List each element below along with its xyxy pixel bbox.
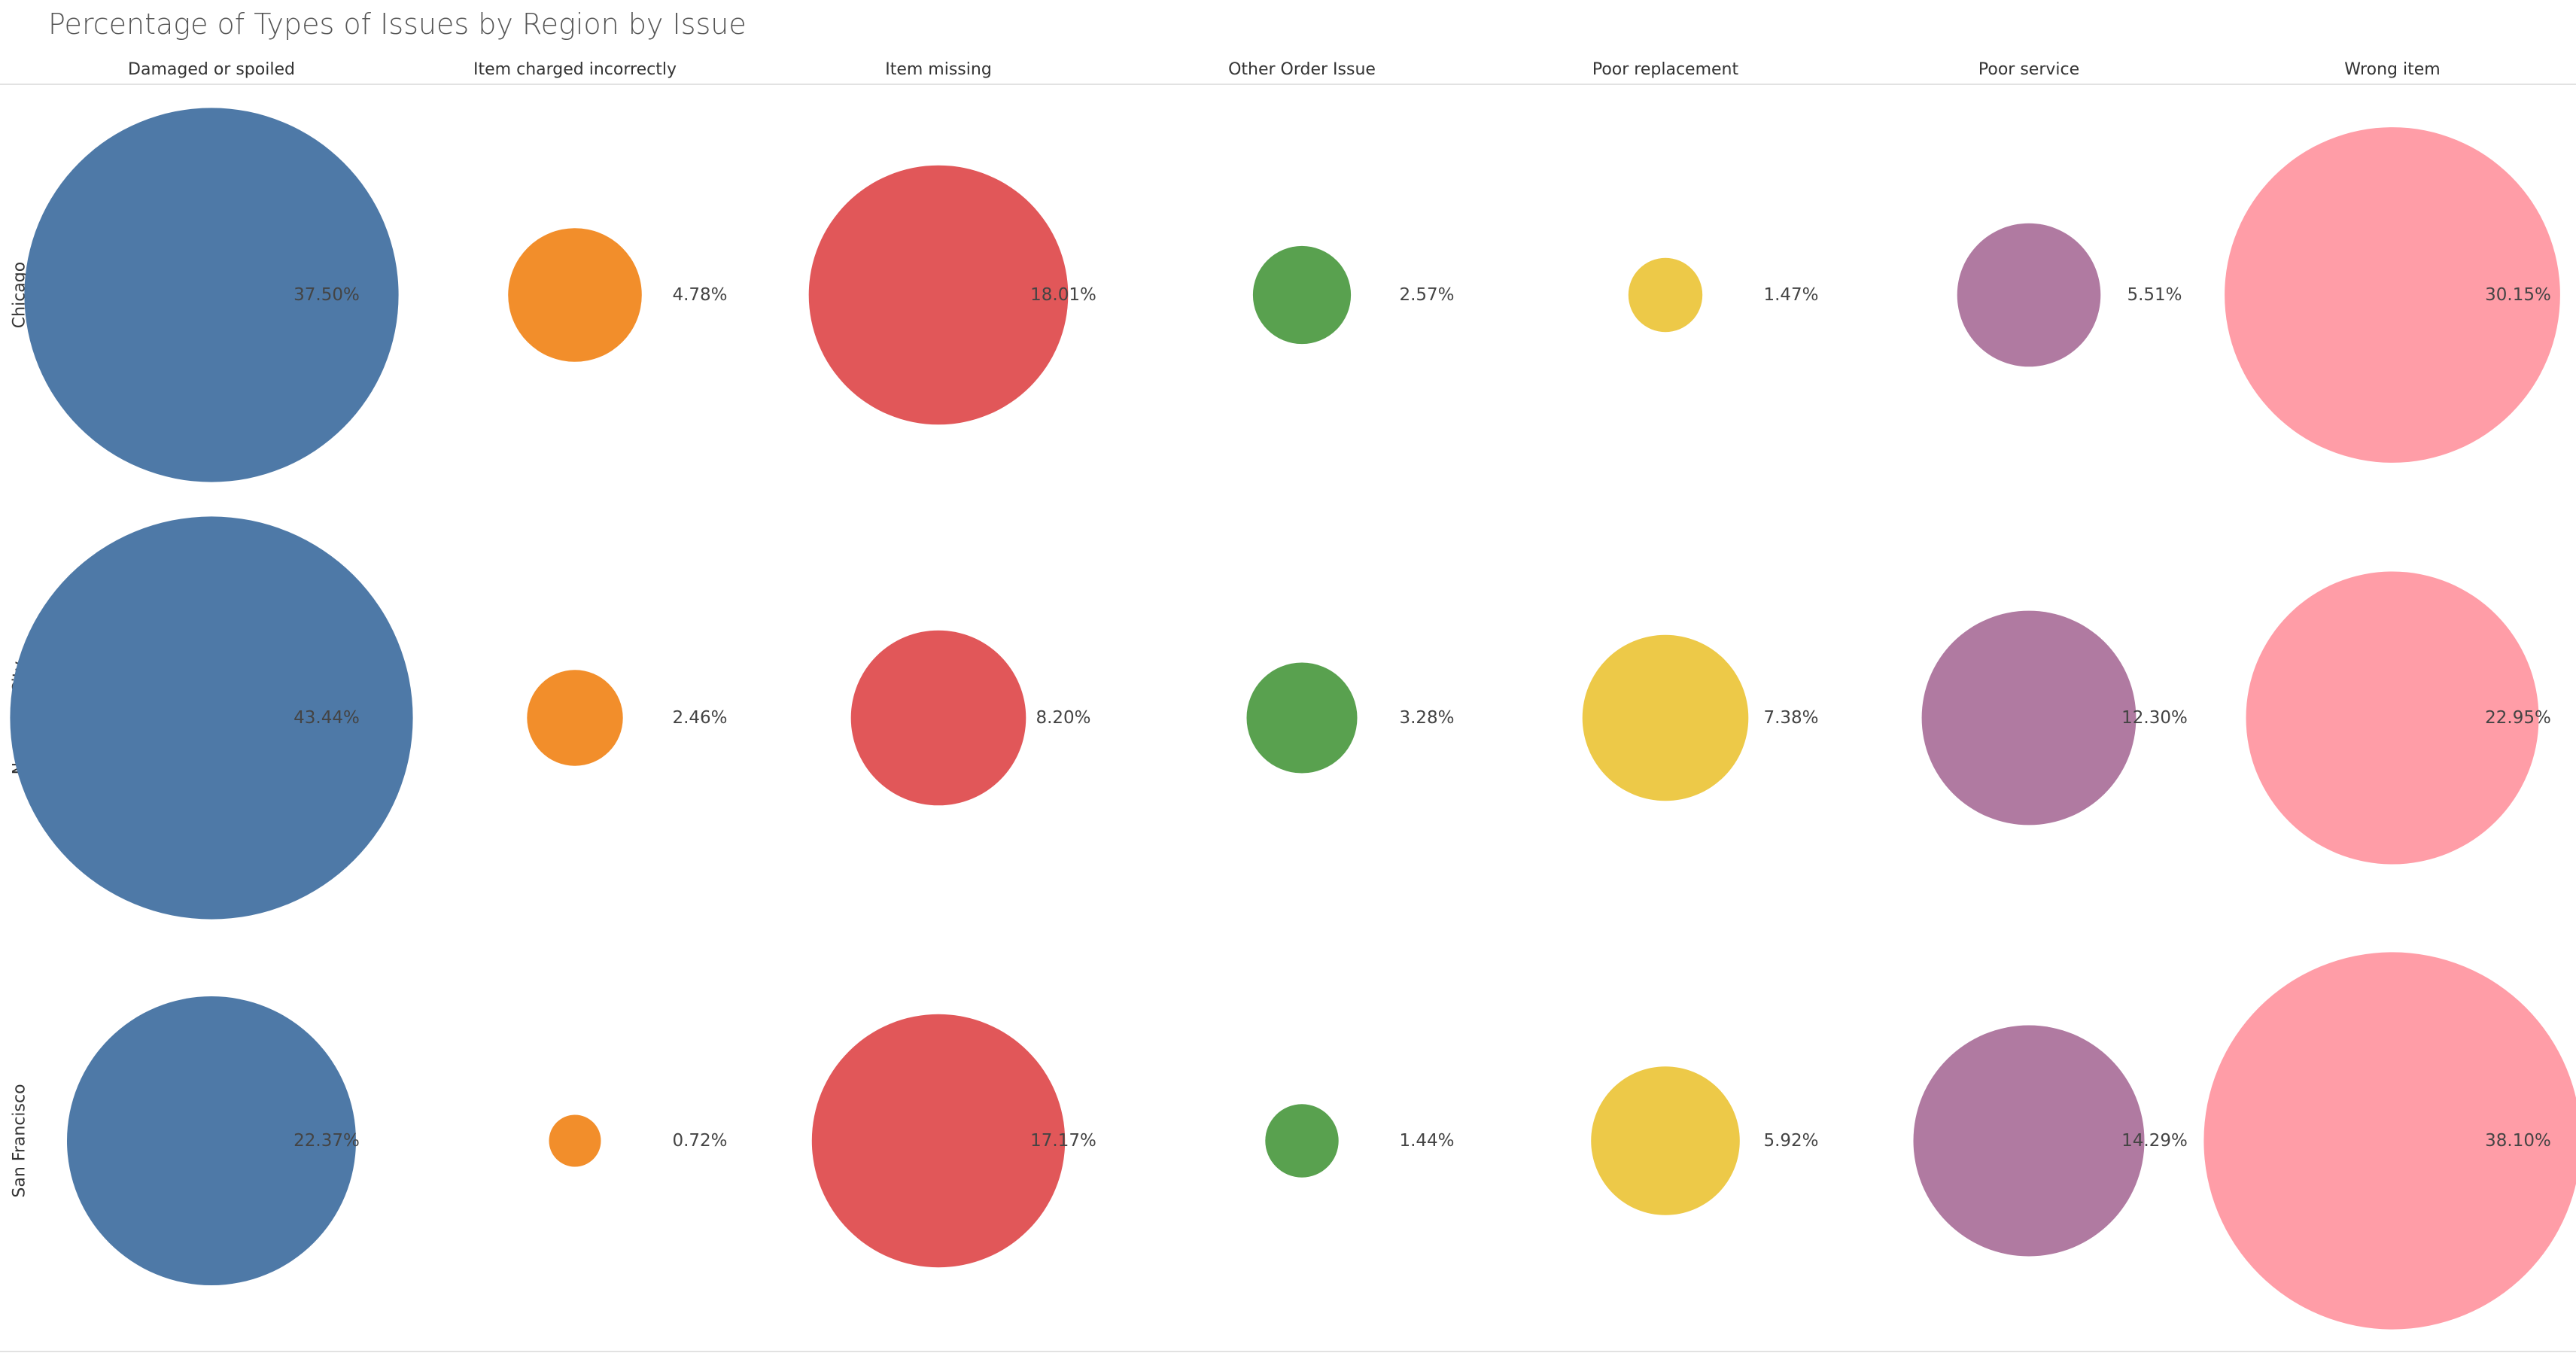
- bubble-chart: 37.50% 4.78% 18.01% 2.57% 1.47% 5.51% 30.15% 43…: [10, 108, 2576, 1330]
- value-label: 14.29%: [2121, 1131, 2188, 1151]
- value-label: 7.38%: [1763, 708, 1818, 728]
- bubble[interactable]: [1582, 634, 1749, 801]
- value-label: 22.37%: [293, 1131, 360, 1151]
- value-label: 5.92%: [1763, 1131, 1818, 1151]
- bubble[interactable]: [1628, 257, 1703, 333]
- bubble[interactable]: [850, 630, 1026, 806]
- bubble[interactable]: [527, 670, 623, 766]
- value-label: 0.72%: [672, 1131, 727, 1151]
- bubble[interactable]: [808, 165, 1069, 425]
- bubble[interactable]: [1957, 223, 2101, 367]
- value-label: 22.95%: [2485, 708, 2551, 728]
- value-label: 1.47%: [1763, 285, 1818, 305]
- value-label: 12.30%: [2121, 708, 2188, 728]
- value-label: 30.15%: [2485, 285, 2551, 305]
- bubble[interactable]: [549, 1114, 601, 1167]
- value-label: 43.44%: [293, 708, 360, 728]
- bubble[interactable]: [1252, 245, 1352, 345]
- value-label: 37.50%: [293, 285, 360, 305]
- value-label: 18.01%: [1030, 285, 1096, 305]
- value-label: 1.44%: [1399, 1131, 1454, 1151]
- value-label: 3.28%: [1399, 708, 1454, 728]
- value-label: 38.10%: [2485, 1131, 2551, 1151]
- bubble[interactable]: [508, 228, 642, 362]
- bubble[interactable]: [811, 1014, 1066, 1268]
- value-label: 8.20%: [1036, 708, 1090, 728]
- bubble[interactable]: [1921, 610, 2137, 825]
- bubble[interactable]: [1246, 662, 1358, 774]
- value-label: 2.46%: [672, 708, 727, 728]
- bubble[interactable]: [1913, 1025, 2145, 1257]
- value-label: 2.57%: [1399, 285, 1454, 305]
- value-label: 5.51%: [2127, 285, 2182, 305]
- value-label: 17.17%: [1030, 1131, 1096, 1151]
- bubble[interactable]: [1591, 1066, 1740, 1215]
- value-label: 4.78%: [672, 285, 727, 305]
- bubble[interactable]: [1265, 1104, 1339, 1178]
